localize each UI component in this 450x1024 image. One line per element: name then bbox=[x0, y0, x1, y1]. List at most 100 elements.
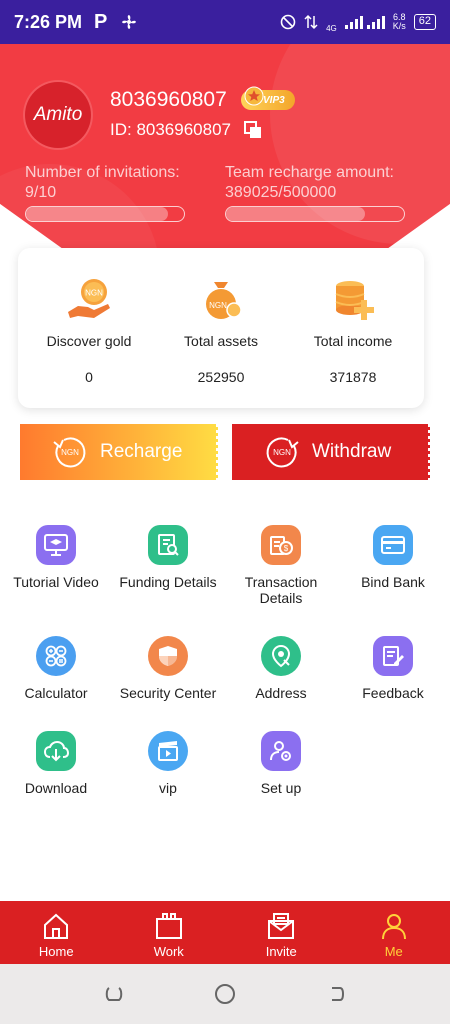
asset-label: Total income bbox=[313, 333, 393, 349]
menu-label: Tutorial Video bbox=[13, 574, 99, 590]
asset-total-income[interactable]: Total income 371878 bbox=[288, 276, 418, 385]
asset-value: 252950 bbox=[197, 369, 245, 385]
nav-label: Me bbox=[384, 944, 403, 959]
video-icon bbox=[148, 731, 188, 771]
nav-label: Home bbox=[38, 944, 74, 959]
recharge-label: Recharge bbox=[100, 441, 183, 462]
nav-me[interactable]: Me bbox=[338, 901, 450, 964]
calculator-icon bbox=[36, 636, 76, 676]
asset-total-assets[interactable]: NGN Total assets 252950 bbox=[156, 276, 286, 385]
work-icon bbox=[155, 913, 182, 939]
asset-label: Discover gold bbox=[46, 333, 132, 349]
vip-badge: VIP3 bbox=[241, 86, 295, 110]
copy-icon[interactable] bbox=[243, 120, 263, 140]
menu-label: Set up bbox=[260, 780, 302, 796]
menu-download[interactable]: Download bbox=[0, 731, 112, 796]
fan-icon bbox=[122, 15, 137, 29]
card-icon bbox=[373, 525, 413, 565]
nav-label: Invite bbox=[265, 944, 297, 959]
speed-unit: K/s bbox=[392, 21, 406, 31]
battery-icon: 62 bbox=[413, 14, 436, 30]
team-recharge-progress-fill bbox=[226, 207, 365, 221]
invitations-value: 9/10 bbox=[25, 184, 57, 201]
hand-coin-icon: NGN bbox=[68, 279, 110, 318]
user-phone: 8036960807 bbox=[110, 88, 227, 111]
svg-text:$: $ bbox=[284, 544, 289, 553]
team-recharge-progress bbox=[225, 206, 405, 222]
nav-invite[interactable]: Invite bbox=[225, 901, 338, 964]
asset-value: 371878 bbox=[329, 369, 377, 385]
svg-text:NGN: NGN bbox=[273, 448, 291, 457]
location-icon bbox=[261, 636, 301, 676]
menu-feedback[interactable]: Feedback bbox=[337, 636, 449, 701]
status-bar: 7:26 PM P 4G 6.8 K/s 62 bbox=[0, 0, 450, 44]
menu-set-up[interactable]: Set up bbox=[225, 731, 337, 796]
menu-calculator[interactable]: Calculator bbox=[0, 636, 112, 701]
nav-home[interactable]: Home bbox=[0, 901, 113, 964]
menu-bind-bank[interactable]: Bind Bank bbox=[337, 525, 449, 590]
cloud-download-icon bbox=[36, 731, 76, 771]
vip-level: VIP3 bbox=[263, 94, 285, 106]
asset-value: 0 bbox=[85, 369, 93, 385]
mail-icon bbox=[268, 913, 295, 939]
network-type: 4G bbox=[326, 23, 337, 33]
parking-app-icon: P bbox=[94, 10, 108, 33]
menu-vip[interactable]: vip bbox=[112, 731, 224, 796]
avatar[interactable]: Amito bbox=[25, 82, 91, 148]
nav-work[interactable]: Work bbox=[113, 901, 226, 964]
bottom-nav: Home Work Invite Me bbox=[0, 901, 450, 964]
withdraw-label: Withdraw bbox=[312, 441, 392, 462]
menu-label: Security Center bbox=[119, 685, 217, 701]
edit-document-icon bbox=[373, 636, 413, 676]
back-icon[interactable] bbox=[326, 984, 346, 1004]
home-icon bbox=[44, 913, 69, 939]
status-right: 4G 6.8 K/s 62 bbox=[280, 12, 436, 33]
invitations-progress bbox=[25, 206, 185, 222]
ngn-withdraw-icon: NGN bbox=[266, 437, 299, 468]
menu-label: vip bbox=[159, 780, 177, 796]
system-nav-bar bbox=[0, 964, 450, 1024]
menu-label: Bind Bank bbox=[361, 574, 425, 590]
dnd-icon bbox=[280, 14, 296, 30]
invitations-progress-fill bbox=[26, 207, 169, 221]
menu-tutorial-video[interactable]: Tutorial Video bbox=[0, 525, 112, 590]
menu-security-center[interactable]: Security Center bbox=[112, 636, 224, 701]
signal-icon bbox=[344, 16, 385, 29]
menu-address[interactable]: Address bbox=[225, 636, 337, 701]
menu-label: Funding Details bbox=[119, 574, 217, 590]
menu-label: Download bbox=[24, 780, 88, 796]
data-arrows-icon bbox=[304, 14, 318, 30]
assets-card: NGN Discover gold 0 NGN Total assets 252… bbox=[18, 248, 424, 408]
profile-header: Amito 8036960807 VIP3 ID: 8036960807 Num… bbox=[0, 44, 450, 249]
menu-label: Transaction Details bbox=[244, 574, 318, 606]
coins-document-icon: $ bbox=[261, 525, 301, 565]
recent-apps-icon[interactable] bbox=[104, 984, 124, 1004]
invitations-label: Number of invitations: bbox=[25, 164, 180, 181]
withdraw-button[interactable]: NGN Withdraw bbox=[232, 424, 434, 480]
menu-label: Feedback bbox=[362, 685, 424, 701]
settings-user-icon bbox=[261, 731, 301, 771]
coin-stack-icon bbox=[335, 281, 374, 320]
shield-icon bbox=[148, 636, 188, 676]
menu-label: Calculator bbox=[24, 685, 88, 701]
svg-text:NGN: NGN bbox=[209, 301, 227, 310]
team-recharge-label: Team recharge amount: bbox=[225, 164, 394, 181]
monitor-cap-icon bbox=[36, 525, 76, 565]
star-icon bbox=[244, 86, 264, 106]
svg-text:NGN: NGN bbox=[85, 289, 103, 298]
asset-discover-gold[interactable]: NGN Discover gold 0 bbox=[24, 276, 154, 385]
menu-funding-details[interactable]: Funding Details bbox=[112, 525, 224, 590]
nav-label: Work bbox=[153, 944, 184, 959]
money-bag-icon: NGN bbox=[206, 282, 242, 319]
menu-transaction-details[interactable]: $ Transaction Details bbox=[225, 525, 337, 606]
status-time: 7:26 PM bbox=[14, 11, 83, 32]
user-icon bbox=[381, 914, 406, 940]
asset-label: Total assets bbox=[184, 333, 258, 349]
screen: 7:26 PM P 4G 6.8 K/s 62 Amito 8036960807 bbox=[0, 0, 450, 1024]
menu-label: Address bbox=[255, 685, 307, 701]
svg-text:NGN: NGN bbox=[61, 448, 79, 457]
home-button-icon[interactable] bbox=[214, 983, 236, 1005]
ngn-recharge-icon: NGN bbox=[53, 437, 86, 468]
recharge-button[interactable]: NGN Recharge bbox=[20, 424, 222, 480]
network-speed: 6.8 K/s bbox=[393, 13, 406, 31]
